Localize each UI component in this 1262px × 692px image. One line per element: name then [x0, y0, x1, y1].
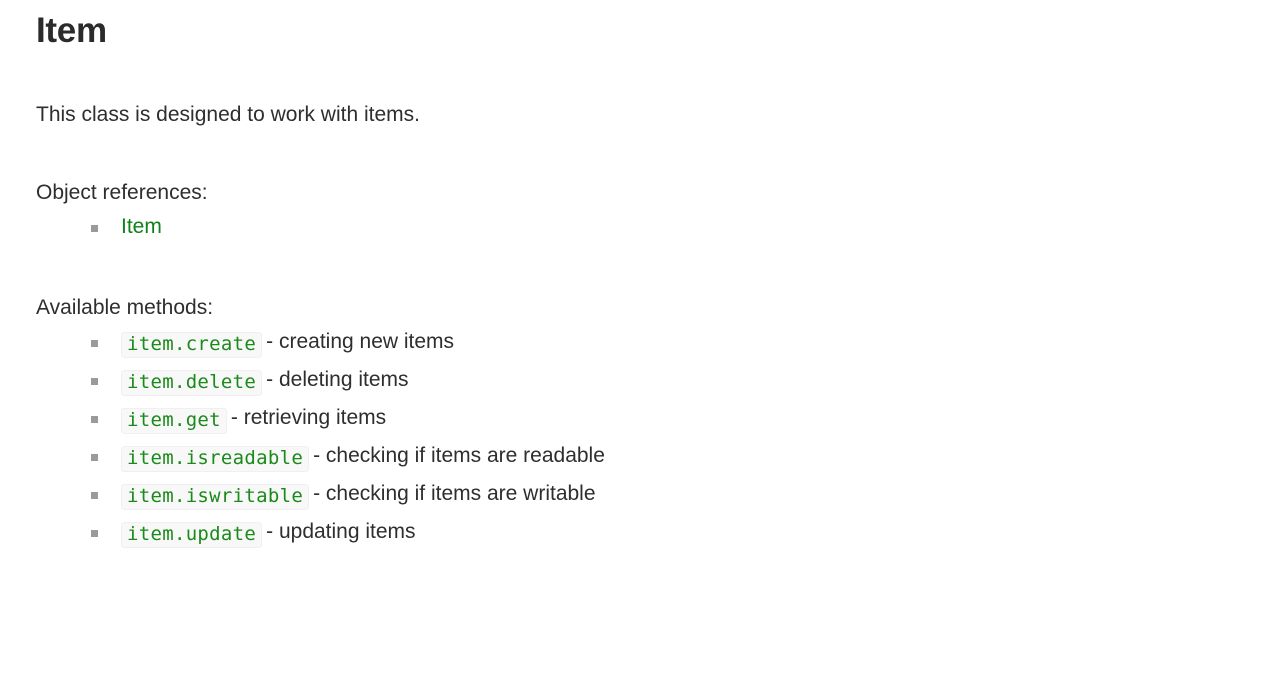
available-methods-heading: Available methods:	[36, 296, 214, 319]
table-row: item.iswritable - checking if items are w…	[36, 475, 1226, 513]
method-description: - retrieving items	[230, 406, 387, 429]
square-bullet-icon	[91, 225, 98, 232]
square-bullet-icon	[91, 454, 98, 461]
list-item: Item	[36, 208, 1226, 246]
page-title: Item	[36, 11, 107, 50]
square-bullet-icon	[91, 530, 98, 537]
method-description: - creating new items	[266, 330, 455, 353]
methods-list: item.create - creating new items item.del…	[36, 323, 1226, 551]
table-row: item.update - updating items	[36, 513, 1226, 551]
square-bullet-icon	[91, 378, 98, 385]
method-description: - updating items	[266, 520, 416, 543]
table-row: item.create - creating new items	[36, 323, 1226, 361]
square-bullet-icon	[91, 492, 98, 499]
object-reference-link-item[interactable]: Item	[121, 215, 162, 238]
object-references-list: Item	[36, 208, 1226, 246]
intro-paragraph: This class is designed to work with item…	[36, 103, 420, 126]
table-row: item.get - retrieving items	[36, 399, 1226, 437]
method-description: - checking if items are writable	[313, 482, 596, 505]
method-code-item-update: item.update	[121, 522, 263, 548]
method-code-item-iswritable: item.iswritable	[121, 484, 310, 510]
table-row: item.isreadable - checking if items are r…	[36, 437, 1226, 475]
method-description: - deleting items	[266, 368, 409, 391]
square-bullet-icon	[91, 416, 98, 423]
object-references-heading: Object references:	[36, 181, 208, 204]
method-code-item-isreadable: item.isreadable	[121, 446, 310, 472]
documentation-page: Item This class is designed to work with…	[0, 0, 1262, 551]
method-code-item-create: item.create	[121, 332, 263, 358]
method-code-item-get: item.get	[121, 408, 227, 434]
method-code-item-delete: item.delete	[121, 370, 263, 396]
table-row: item.delete - deleting items	[36, 361, 1226, 399]
square-bullet-icon	[91, 340, 98, 347]
method-description: - checking if items are readable	[313, 444, 605, 467]
